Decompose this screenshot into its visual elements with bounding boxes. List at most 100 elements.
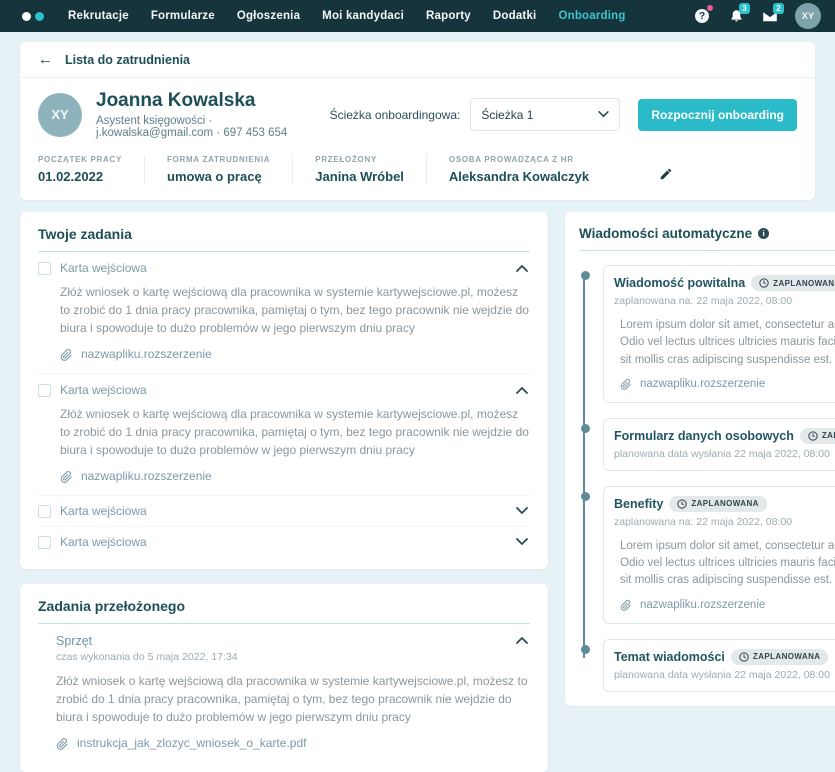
bell-count-badge: 3 <box>739 3 750 14</box>
profile-text: Joanna Kowalska Asystent księgowości · j… <box>96 90 330 139</box>
help-question-glyph: ? <box>695 9 709 23</box>
chevron-down-icon[interactable] <box>514 505 530 517</box>
section-title: Zadania przełożonego <box>38 598 185 614</box>
attachment-link[interactable]: nazwapliku.rozszerzenie <box>620 599 835 611</box>
info-value: umowa o pracę <box>167 169 270 184</box>
back-row: ← Lista do zatrudnienia <box>20 42 815 78</box>
timeline-dot <box>581 492 590 501</box>
status-badge-label: ZAPLANOWANA <box>822 431 835 440</box>
user-avatar[interactable]: XY <box>795 3 821 29</box>
task-checkbox[interactable] <box>38 384 51 397</box>
attachment-name: nazwapliku.rozszerzenie <box>640 378 765 390</box>
message-card-subject: Temat wiadomości ZAPLANOWANA <box>603 639 835 692</box>
manager-tasks-header: Zadania przełożonego <box>38 598 530 624</box>
info-value: Janina Wróbel <box>315 169 404 184</box>
status-badge: ZAPLANOWANA <box>669 496 767 512</box>
attachment-name: instrukcja_jak_zlozyc_wniosek_o_karte.pd… <box>77 736 306 750</box>
task-title[interactable]: Karta wejściowa <box>60 504 505 518</box>
attachment-link[interactable]: nazwapliku.rozszerzenie <box>60 469 530 483</box>
clock-icon <box>759 278 769 288</box>
chevron-up-icon[interactable] <box>514 384 530 396</box>
edit-pencil-icon[interactable] <box>657 165 675 183</box>
attachment-link[interactable]: nazwapliku.rozszerzenie <box>620 378 835 390</box>
info-icon[interactable]: i <box>758 228 769 239</box>
path-selected-value: Ścieżka 1 <box>481 108 533 122</box>
paperclip-icon <box>60 470 73 483</box>
info-label: PRZEŁOŻONY <box>315 155 404 164</box>
task-title[interactable]: Sprzęt <box>56 634 514 648</box>
clock-icon <box>677 499 687 509</box>
nav-item-moi-kandydaci[interactable]: Moi kandydaci <box>322 10 404 22</box>
back-link[interactable]: Lista do zatrudnienia <box>65 53 190 67</box>
task-title[interactable]: Karta wejściowa <box>60 261 505 275</box>
back-arrow-icon[interactable]: ← <box>38 52 53 67</box>
status-badge-label: ZAPLANOWANA <box>753 652 821 661</box>
nav-item-raporty[interactable]: Raporty <box>426 10 471 22</box>
message-body: Lorem ipsum dolor sit amet, consectetur … <box>620 317 835 369</box>
your-tasks-card: Twoje zadania Karta wejściowa Złóż wnios… <box>20 212 548 569</box>
attachment-link[interactable]: nazwapliku.rozszerzenie <box>60 347 530 361</box>
task-title[interactable]: Karta wejściowa <box>60 383 505 397</box>
chevron-up-icon[interactable] <box>514 262 530 274</box>
mail-icon[interactable]: 2 <box>761 7 779 25</box>
status-badge-label: ZAPLANOWANA <box>691 499 759 508</box>
task-description: Złóż wniosek o kartę wejściową dla praco… <box>60 283 530 337</box>
nav-item-dodatki[interactable]: Dodatki <box>493 10 537 22</box>
task-description: Złóż wniosek o kartę wejściową dla praco… <box>56 672 530 726</box>
task-item: Karta wejściowa <box>38 527 530 557</box>
paperclip-icon <box>620 378 632 390</box>
info-label: POCZĄTEK PRACY <box>38 155 122 164</box>
clock-icon <box>808 431 818 441</box>
start-onboarding-button[interactable]: Rozpocznij onboarding <box>638 99 797 131</box>
clock-icon <box>739 652 749 662</box>
employee-meta: Asystent księgowości · j.kowalska@gmail.… <box>96 115 330 139</box>
chevron-down-icon[interactable] <box>514 536 530 548</box>
app-logo <box>22 12 44 21</box>
nav-item-ogloszenia[interactable]: Ogłoszenia <box>237 10 300 22</box>
info-field-hr-person: OSOBA PROWADZĄCA Z HR Aleksandra Kowalcz… <box>426 155 611 184</box>
message-title: Benefity <box>614 497 663 511</box>
manager-tasks-card: Zadania przełożonego Sprzęt czas wykonan… <box>20 584 548 772</box>
nav-right-icons: ? 3 2 XY <box>693 3 821 29</box>
chevron-up-icon[interactable] <box>514 634 530 646</box>
status-badge: ZAPLANOWANA <box>731 649 829 665</box>
onboarding-path-select[interactable]: Ścieżka 1 <box>470 98 620 131</box>
status-badge: ZAPLANOWANA <box>800 428 835 444</box>
help-icon[interactable]: ? <box>693 7 711 25</box>
nav-item-onboarding[interactable]: Onboarding <box>558 10 625 22</box>
info-field-start-date: POCZĄTEK PRACY 01.02.2022 <box>38 155 144 184</box>
main-nav: Rekrutacje Formularze Ogłoszenia Moi kan… <box>68 10 693 22</box>
your-tasks-header: Twoje zadania <box>38 226 530 252</box>
message-schedule: planowana data wysłania 22 maja 2022, 08… <box>614 448 835 460</box>
attachment-name: nazwapliku.rozszerzenie <box>81 347 212 361</box>
status-badge-label: ZAPLANOWANA <box>773 279 835 288</box>
mail-count-badge: 2 <box>773 3 784 14</box>
info-label: OSOBA PROWADZĄCA Z HR <box>449 155 589 164</box>
info-field-employment-form: FORMA ZATRUDNIENIA umowa o pracę <box>144 155 292 184</box>
nav-item-formularze[interactable]: Formularze <box>151 10 215 22</box>
auto-messages-card: Wiadomości automatyczne i Wiadomość powi… <box>565 212 835 706</box>
path-label: Ścieżka onboardingowa: <box>330 108 461 122</box>
timeline-line <box>583 273 585 658</box>
task-title[interactable]: Karta wejściowa <box>60 535 505 549</box>
task-checkbox[interactable] <box>38 536 51 549</box>
employment-info-row: POCZĄTEK PRACY 01.02.2022 FORMA ZATRUDNI… <box>20 147 815 200</box>
info-field-supervisor: PRZEŁOŻONY Janina Wróbel <box>292 155 426 184</box>
auto-messages-header: Wiadomości automatyczne i <box>579 226 835 251</box>
nav-item-rekrutacje[interactable]: Rekrutacje <box>68 10 129 22</box>
employee-header-card: ← Lista do zatrudnienia XY Joanna Kowals… <box>20 42 815 200</box>
attachment-name: nazwapliku.rozszerzenie <box>81 469 212 483</box>
bell-icon[interactable]: 3 <box>727 7 745 25</box>
message-title: Formularz danych osobowych <box>614 429 794 443</box>
attachment-link[interactable]: instrukcja_jak_zlozyc_wniosek_o_karte.pd… <box>56 736 530 750</box>
onboarding-path-controls: Ścieżka onboardingowa: Ścieżka 1 Rozpocz… <box>330 98 797 131</box>
message-card-personal-data-form: Formularz danych osobowych ZAPLANOWANA <box>603 418 835 471</box>
manager-task-item: Sprzęt czas wykonania do 5 maja 2022, 17… <box>38 624 530 760</box>
messages-timeline: Wiadomość powitalna ZAPLANOWANA <box>579 265 835 692</box>
task-checkbox[interactable] <box>38 262 51 275</box>
notification-dot <box>707 5 713 11</box>
info-value: 01.02.2022 <box>38 169 122 184</box>
employee-avatar: XY <box>38 93 82 137</box>
chevron-down-icon <box>598 111 609 118</box>
task-checkbox[interactable] <box>38 505 51 518</box>
